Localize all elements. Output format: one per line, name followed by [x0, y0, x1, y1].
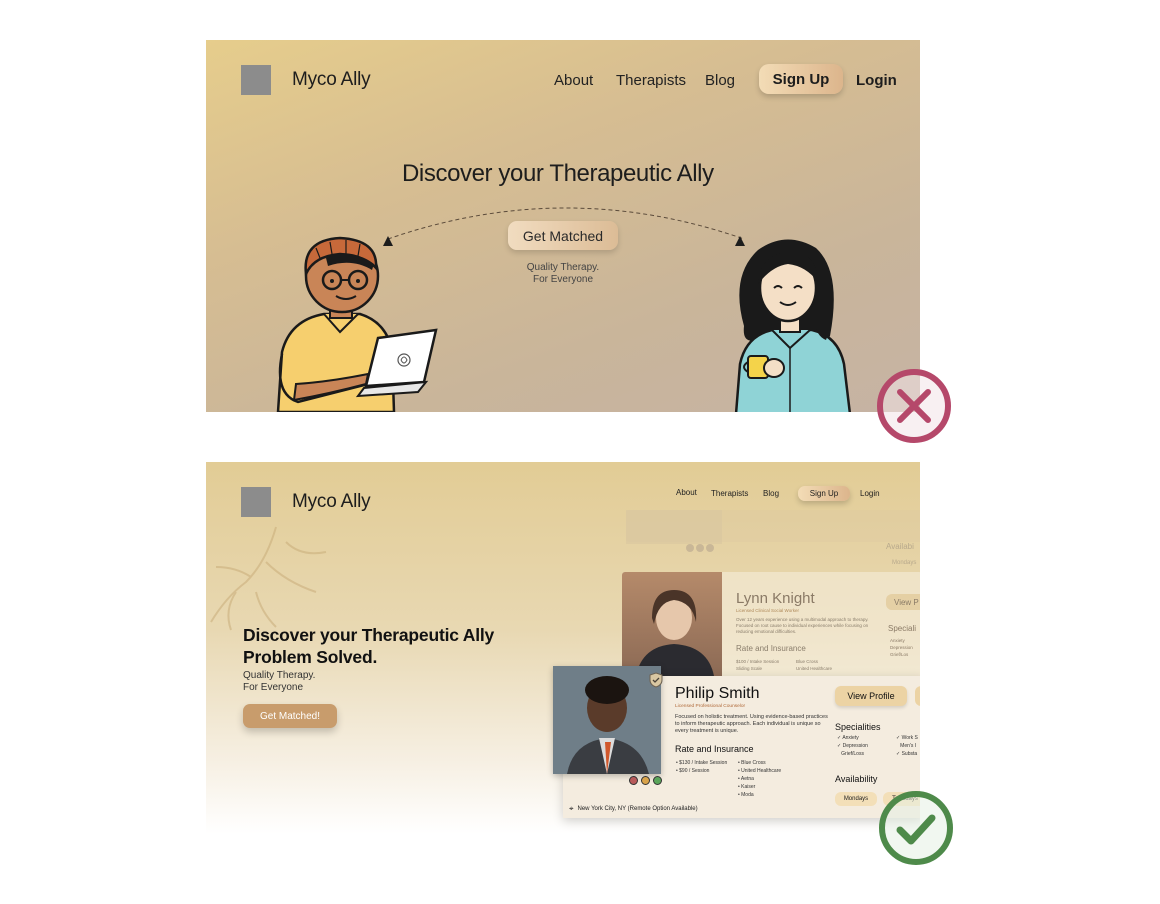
x-circle-icon: [874, 366, 954, 446]
logo-placeholder[interactable]: [241, 65, 271, 95]
badge-icon: [641, 776, 650, 785]
credential-badges: [629, 776, 662, 785]
therapist-bio: Focused on holistic treatment. Using evi…: [675, 714, 831, 735]
rate-item: • $90 / Session: [676, 768, 710, 774]
bio-line: every treatment is unique.: [675, 728, 739, 734]
woman-portrait: [636, 590, 714, 676]
view-profile-button[interactable]: View P: [886, 594, 920, 610]
tagline-line-1: Quality Therapy.: [526, 262, 600, 273]
nav-therapists[interactable]: Therapists: [616, 72, 686, 89]
speciality-item: Grief/Loss: [841, 751, 864, 757]
hero-title-line-1: Discover your Therapeutic Ally: [243, 625, 495, 645]
badge-icon: [653, 776, 662, 785]
insurance-item: • Blue Cross: [738, 760, 766, 766]
specialities-list: ✓ Anxiety ✓ Depression Grief/Loss: [837, 734, 868, 758]
nav-therapists[interactable]: Therapists: [711, 489, 748, 498]
rate-heading: Rate and Insurance: [736, 644, 806, 653]
get-matched-button[interactable]: Get Matched: [508, 221, 618, 250]
speciality-item: Grief/Los: [890, 652, 909, 657]
insurance-item: • United Healthcare: [738, 768, 782, 774]
rate-heading: Rate and Insurance: [675, 744, 754, 754]
tagline: Quality Therapy. For Everyone: [513, 262, 613, 286]
man-with-laptop-illustration: [276, 236, 438, 412]
tagline: Quality Therapy. For Everyone: [243, 670, 315, 694]
specialities-heading: Specialities: [835, 722, 881, 732]
man-portrait: [553, 666, 661, 774]
badge-icon: [629, 776, 638, 785]
insurance-item: Blue Cross: [796, 659, 819, 664]
speciality-item: Anxiety: [890, 638, 905, 643]
login-link[interactable]: Login: [856, 72, 897, 89]
verified-shield-icon: [649, 672, 663, 688]
location-pin-icon: ⌖: [569, 804, 574, 813]
signup-button[interactable]: Sign Up: [759, 64, 843, 94]
check-circle-icon: [876, 788, 956, 868]
therapist-bio: Over 12 years experience using a multimo…: [736, 617, 869, 634]
woman-with-mug-illustration: [734, 239, 852, 412]
faded-day: Mondays: [892, 560, 917, 566]
mycelium-roots-decoration: [210, 526, 327, 631]
nav-about[interactable]: About: [554, 72, 593, 89]
tagline-line-1: Quality Therapy.: [243, 670, 316, 681]
approved-hero-mockup: Myco Ally About Therapists Blog Sign Up …: [206, 462, 920, 834]
tagline-line-2: For Everyone: [532, 274, 594, 285]
faded-badges: [686, 544, 714, 552]
tagline-line-2: For Everyone: [243, 682, 304, 693]
rate-item: $100 / Intake Session: [736, 659, 780, 664]
therapist-title: Licensed Clinical Social Worker: [736, 608, 799, 613]
bio-line: Focused on holistic treatment. Using evi…: [675, 714, 828, 720]
rates-list: $100 / Intake Session Sliding Scale: [736, 658, 779, 672]
rate-item: Sliding Scale: [736, 666, 763, 671]
logo-placeholder[interactable]: [241, 487, 271, 517]
therapist-name: Lynn Knight: [736, 590, 815, 607]
speciality-item: ✓ Depression: [837, 743, 868, 749]
insurance-item: • Kaiser: [738, 784, 756, 790]
brand-name[interactable]: Myco Ally: [292, 69, 371, 91]
view-profile-button[interactable]: View Profile: [835, 686, 907, 706]
insurance-item: • Moda: [738, 792, 754, 798]
faded-availability-heading: Availabi: [886, 542, 914, 551]
hero-title-line-2: Problem Solved.: [243, 647, 378, 667]
therapist-name[interactable]: Philip Smith: [675, 685, 759, 703]
location-text: New York City, NY (Remote Option Availab…: [577, 806, 698, 812]
therapist-photo: [622, 572, 722, 676]
specialities-heading: Speciali: [888, 624, 917, 633]
therapist-card-lynn-knight[interactable]: Lynn Knight Licensed Clinical Social Wor…: [622, 572, 920, 676]
rates-list: • $130 / Intake Session • $90 / Session: [676, 759, 727, 775]
speciality-item: ✓ Substa: [896, 751, 918, 757]
specialities-list: Anxiety Depression Grief/Los: [890, 637, 913, 658]
insurance-item: United Healthcare: [796, 666, 833, 671]
nav-blog[interactable]: Blog: [763, 489, 779, 498]
therapist-title: Licensed Professional Counselor: [675, 704, 746, 709]
hero-title: Discover your Therapeutic Ally Problem S…: [243, 624, 494, 668]
nav-blog[interactable]: Blog: [705, 72, 735, 89]
location: ⌖ New York City, NY (Remote Option Avail…: [569, 804, 698, 814]
specialities-list-2: ✓ Work S Men's I ✓ Substa: [896, 734, 918, 758]
therapist-photo: [553, 666, 661, 774]
speciality-item: ✓ Anxiety: [837, 735, 859, 741]
nav-about[interactable]: About: [676, 488, 697, 497]
faded-photo-top: [626, 510, 722, 544]
speciality-item: Men's I: [900, 743, 917, 749]
therapist-card-philip-smith[interactable]: Philip Smith Licensed Professional Couns…: [553, 666, 920, 818]
hero-title: Discover your Therapeutic Ally: [402, 160, 714, 187]
availability-day-chip[interactable]: Mondays: [835, 792, 877, 806]
rate-item: • $130 / Intake Session: [676, 760, 728, 766]
brand-name[interactable]: Myco Ally: [292, 491, 371, 513]
availability-heading: Availability: [835, 774, 878, 784]
signup-button[interactable]: Sign Up: [798, 486, 850, 501]
insurance-list: • Blue Cross • United Healthcare • Aetna…: [738, 759, 781, 799]
get-matched-button[interactable]: Get Matched!: [243, 704, 337, 728]
speciality-item: Depression: [890, 645, 913, 650]
next-button-partial[interactable]: [915, 686, 920, 706]
insurance-list: Blue Cross United Healthcare: [796, 658, 832, 672]
login-link[interactable]: Login: [860, 489, 880, 498]
rejected-hero-mockup: Myco Ally About Therapists Blog Sign Up …: [206, 40, 920, 412]
speciality-item: ✓ Work S: [896, 735, 918, 741]
insurance-item: • Aetna: [738, 776, 754, 782]
bio-line: to inform therapeutic approach. Each ind…: [675, 721, 821, 727]
